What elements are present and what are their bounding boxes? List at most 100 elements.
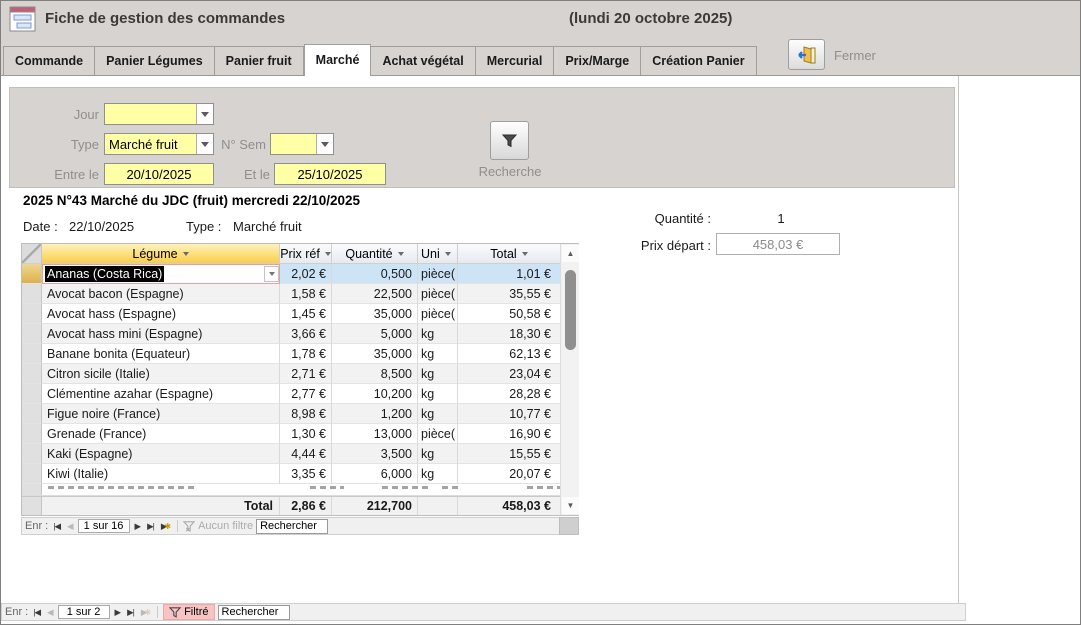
row-selector[interactable] [22, 404, 42, 424]
row-prix-cell[interactable]: 1,58 € [280, 284, 332, 304]
table-row[interactable]: Ananas (Costa Rica) 2,02 € 0,500 pièce( … [22, 264, 578, 284]
sem-combobox[interactable] [270, 133, 334, 155]
close-form-button[interactable] [788, 39, 825, 70]
table-row[interactable]: Avocat hass (Espagne) 1,45 € 35,000 pièc… [22, 304, 578, 324]
row-total-cell[interactable]: 35,55 € [458, 284, 560, 304]
row-legume-cell[interactable]: Banane bonita (Equateur) [42, 344, 280, 364]
row-total-cell[interactable]: 28,28 € [458, 384, 560, 404]
row-legume-cell[interactable]: Avocat hass mini (Espagne) [42, 324, 280, 344]
row-quantite-cell[interactable]: 6,000 [332, 464, 418, 484]
row-quantite-cell[interactable]: 8,500 [332, 364, 418, 384]
row-total-cell[interactable]: 62,13 € [458, 344, 560, 364]
quantite-filter-icon[interactable] [398, 252, 404, 256]
row-legume-cell[interactable]: Kiwi (Italie) [42, 464, 280, 484]
to-date-input[interactable]: 25/10/2025 [274, 163, 386, 185]
scrollbar-thumb[interactable] [565, 270, 576, 350]
row-selector[interactable] [22, 484, 42, 496]
new-record-icon[interactable]: ▶✱ [159, 521, 172, 532]
tab-achat-v-g-tal[interactable]: Achat végétal [371, 46, 475, 75]
column-header-prix[interactable]: Prix réf [280, 244, 332, 264]
row-prix-cell[interactable]: 1,30 € [280, 424, 332, 444]
row-selector[interactable] [22, 444, 42, 464]
row-prix-cell[interactable]: 3,66 € [280, 324, 332, 344]
main-previous-record-icon[interactable]: ◀ [45, 607, 55, 618]
next-record-icon[interactable]: ▶ [133, 521, 143, 532]
row-prix-cell[interactable]: 4,44 € [280, 444, 332, 464]
main-next-record-icon[interactable]: ▶ [113, 607, 123, 618]
row-legume-cell[interactable]: Ananas (Costa Rica) [42, 264, 280, 284]
table-row[interactable]: Banane bonita (Equateur) 1,78 € 35,000 k… [22, 344, 578, 364]
row-legume-cell[interactable]: Avocat bacon (Espagne) [42, 284, 280, 304]
first-record-icon[interactable]: |◀ [51, 521, 62, 532]
row-quantite-cell[interactable]: 10,200 [332, 384, 418, 404]
row-uni-cell[interactable]: kg [418, 444, 458, 464]
row-total-cell[interactable]: 23,04 € [458, 364, 560, 384]
table-row-clipped[interactable] [22, 484, 578, 496]
filtered-indicator[interactable]: Filtré [163, 604, 214, 620]
row-selector[interactable] [22, 364, 42, 384]
row-legume-cell[interactable]: Figue noire (France) [42, 404, 280, 424]
row-legume-cell[interactable]: Citron sicile (Italie) [42, 364, 280, 384]
table-row[interactable]: Grenade (France) 1,30 € 13,000 pièce( 16… [22, 424, 578, 444]
row-total-cell[interactable]: 20,07 € [458, 464, 560, 484]
row-uni-cell[interactable]: pièce( [418, 304, 458, 324]
row-quantite-cell[interactable]: 0,500 [332, 264, 418, 284]
row-legume-cell[interactable]: Avocat hass (Espagne) [42, 304, 280, 324]
table-row[interactable]: Avocat hass mini (Espagne) 3,66 € 5,000 … [22, 324, 578, 344]
tab-commande[interactable]: Commande [3, 46, 95, 75]
table-row[interactable]: Kaki (Espagne) 4,44 € 3,500 kg 15,55 € [22, 444, 578, 464]
row-selector[interactable] [22, 264, 42, 284]
row-selector[interactable] [22, 284, 42, 304]
row-uni-cell[interactable]: pièce( [418, 264, 458, 284]
table-row[interactable]: Citron sicile (Italie) 2,71 € 8,500 kg 2… [22, 364, 578, 384]
row-legume-cell[interactable]: Kaki (Espagne) [42, 444, 280, 464]
row-uni-cell[interactable]: pièce( [418, 424, 458, 444]
main-new-record-icon[interactable]: ▶✱ [139, 607, 152, 618]
row-total-cell[interactable]: 15,55 € [458, 444, 560, 464]
previous-record-icon[interactable]: ◀ [65, 521, 75, 532]
row-prix-cell[interactable]: 3,35 € [280, 464, 332, 484]
tab-prix-marge[interactable]: Prix/Marge [554, 46, 641, 75]
main-first-record-icon[interactable]: |◀ [31, 607, 42, 618]
select-all-corner[interactable] [22, 244, 42, 264]
tab-panier-l-gumes[interactable]: Panier Légumes [95, 46, 215, 75]
sem-dropdown-icon[interactable] [316, 134, 333, 154]
from-date-input[interactable]: 20/10/2025 [104, 163, 214, 185]
row-uni-cell[interactable]: kg [418, 324, 458, 344]
main-search-input[interactable]: Rechercher [218, 605, 290, 620]
row-prix-cell[interactable]: 2,71 € [280, 364, 332, 384]
row-total-cell[interactable]: 16,90 € [458, 424, 560, 444]
row-total-cell[interactable]: 1,01 € [458, 264, 560, 284]
tab-march-[interactable]: Marché [304, 44, 372, 76]
row-prix-cell[interactable]: 2,77 € [280, 384, 332, 404]
row-selector[interactable] [22, 304, 42, 324]
row-legume-cell[interactable]: Clémentine azahar (Espagne) [42, 384, 280, 404]
total-filter-icon[interactable] [522, 252, 528, 256]
table-row[interactable]: Clémentine azahar (Espagne) 2,77 € 10,20… [22, 384, 578, 404]
tab-panier-fruit[interactable]: Panier fruit [215, 46, 304, 75]
column-header-total[interactable]: Total [458, 244, 560, 264]
row-total-cell[interactable]: 10,77 € [458, 404, 560, 424]
row-quantite-cell[interactable]: 5,000 [332, 324, 418, 344]
table-row[interactable]: Figue noire (France) 8,98 € 1,200 kg 10,… [22, 404, 578, 424]
last-record-icon[interactable]: ▶| [145, 521, 156, 532]
tab-cr-ation-panier[interactable]: Création Panier [641, 46, 756, 75]
row-selector[interactable] [22, 324, 42, 344]
type-dropdown-icon[interactable] [196, 134, 213, 154]
row-quantite-cell[interactable]: 35,000 [332, 344, 418, 364]
row-legume-cell[interactable]: Grenade (France) [42, 424, 280, 444]
scroll-up-icon[interactable]: ▲ [562, 245, 579, 262]
row-quantite-cell[interactable]: 1,200 [332, 404, 418, 424]
legume-dropdown-icon[interactable] [264, 266, 279, 282]
row-selector[interactable] [22, 344, 42, 364]
table-row[interactable]: Kiwi (Italie) 3,35 € 6,000 kg 20,07 € [22, 464, 578, 484]
uni-filter-icon[interactable] [445, 252, 451, 256]
row-quantite-cell[interactable]: 35,000 [332, 304, 418, 324]
row-quantite-cell[interactable]: 3,500 [332, 444, 418, 464]
prix-filter-icon[interactable] [325, 252, 331, 256]
row-quantite-cell[interactable]: 22,500 [332, 284, 418, 304]
row-uni-cell[interactable]: kg [418, 404, 458, 424]
tab-mercurial[interactable]: Mercurial [476, 46, 555, 75]
row-prix-cell[interactable]: 1,78 € [280, 344, 332, 364]
row-prix-cell[interactable]: 1,45 € [280, 304, 332, 324]
